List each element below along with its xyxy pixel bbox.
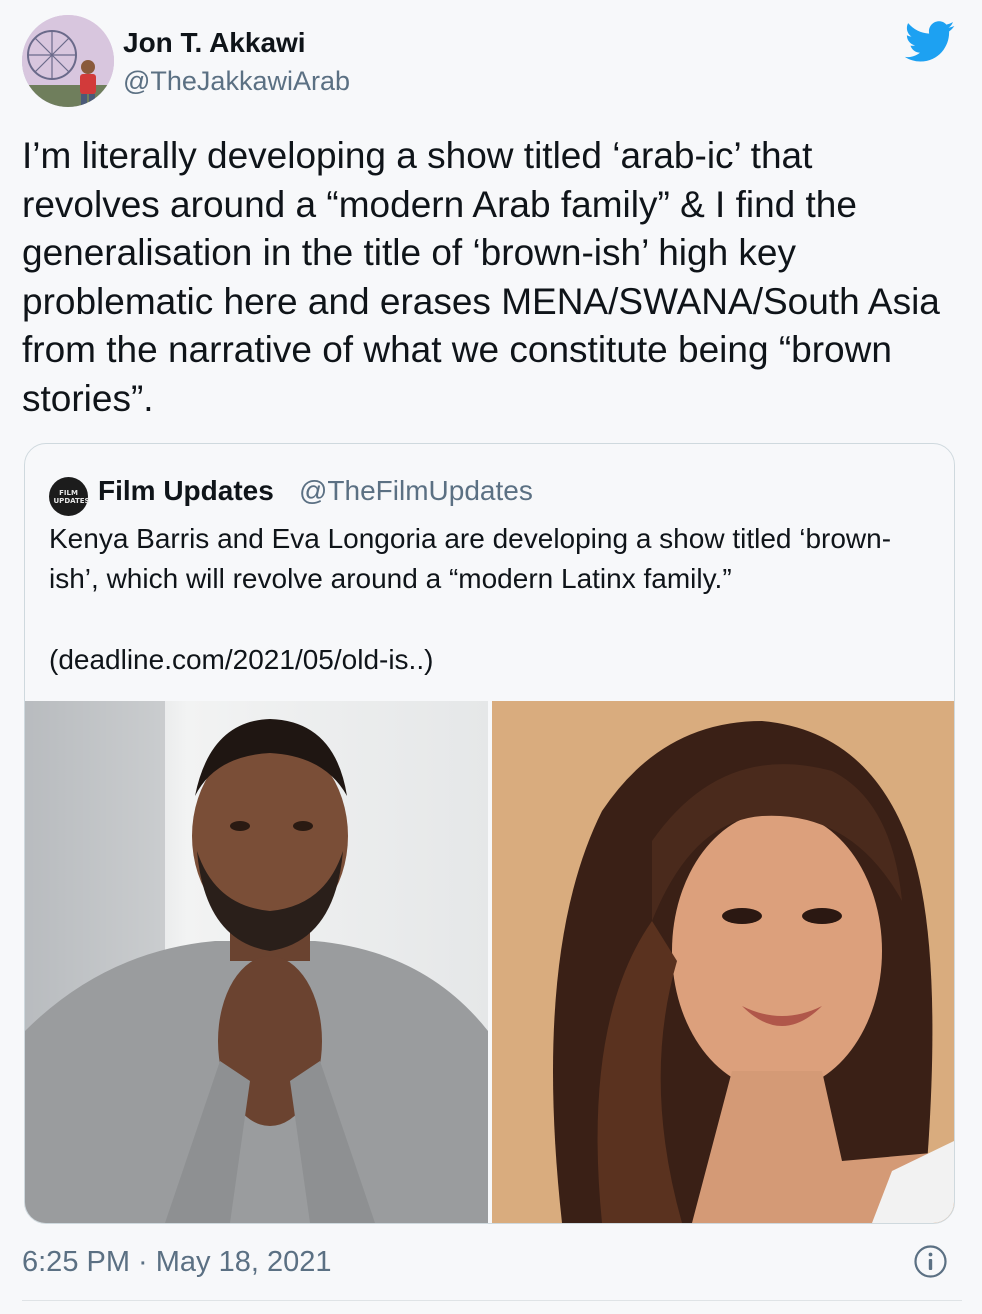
author-name[interactable]: Jon T. Akkawi [123,26,306,60]
quoted-tweet-card[interactable]: FILM UPDATES Film Updates @TheFilmUpdate… [24,443,955,1224]
quoted-photo-left[interactable] [25,701,488,1223]
quoted-tweet-link[interactable]: (deadline.com/2021/05/old-is..) [49,642,433,678]
quoted-author-name[interactable]: Film Updates [98,473,274,509]
info-icon[interactable] [913,1244,948,1279]
quoted-avatar-text: FILM UPDATES [53,488,90,505]
twitter-bird-icon[interactable] [904,21,956,63]
author-handle[interactable]: @TheJakkawiArab [123,64,350,98]
quoted-author-avatar[interactable]: FILM UPDATES [49,477,90,516]
tweet-timestamp[interactable]: 6:25 PM · May 18, 2021 [22,1242,332,1282]
divider [22,1300,962,1301]
quoted-tweet-text: Kenya Barris and Eva Longoria are develo… [49,523,892,594]
tweet-text: I’m literally developing a show titled ‘… [22,135,951,419]
author-avatar[interactable] [22,15,114,107]
quoted-photo-right[interactable] [492,701,954,1223]
quoted-author-handle[interactable]: @TheFilmUpdates [299,473,533,509]
